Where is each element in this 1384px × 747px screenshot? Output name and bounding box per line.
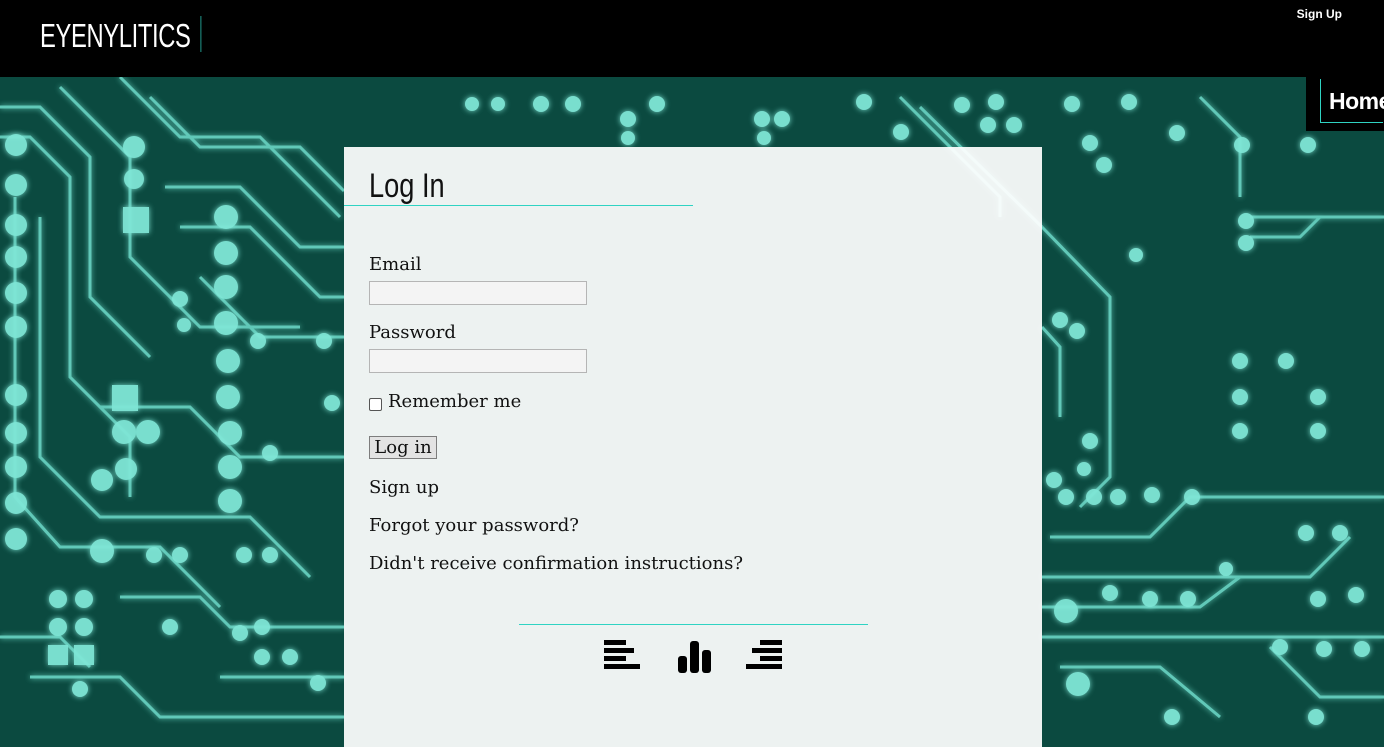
forgot-password-link[interactable]: Forgot your password?: [369, 515, 579, 536]
footer-divider: [519, 624, 868, 625]
home-nav-box: Home: [1306, 77, 1384, 131]
sign-up-link[interactable]: Sign up: [369, 477, 439, 498]
bar-chart-icon: [678, 641, 711, 673]
confirmation-instructions-link[interactable]: Didn't receive confirmation instructions…: [369, 553, 743, 574]
signup-link-header[interactable]: Sign Up: [1297, 7, 1342, 21]
align-left-icon: [604, 640, 640, 669]
login-button[interactable]: Log in: [369, 436, 437, 459]
email-label: Email: [369, 254, 422, 275]
top-navbar: EYENYLITICS Sign Up: [0, 0, 1384, 77]
brand-logo[interactable]: EYENYLITICS: [40, 16, 202, 54]
email-field[interactable]: [369, 281, 587, 305]
remember-me-checkbox[interactable]: [369, 398, 382, 411]
password-field[interactable]: [369, 349, 587, 373]
title-divider: [344, 205, 693, 206]
password-label: Password: [369, 322, 456, 343]
align-right-icon: [746, 640, 782, 669]
page-title: Log In: [369, 167, 445, 205]
remember-me-label[interactable]: Remember me: [388, 391, 521, 412]
login-panel: Log In Email Password Remember me Log in…: [344, 147, 1042, 747]
home-link[interactable]: Home: [1320, 79, 1384, 123]
